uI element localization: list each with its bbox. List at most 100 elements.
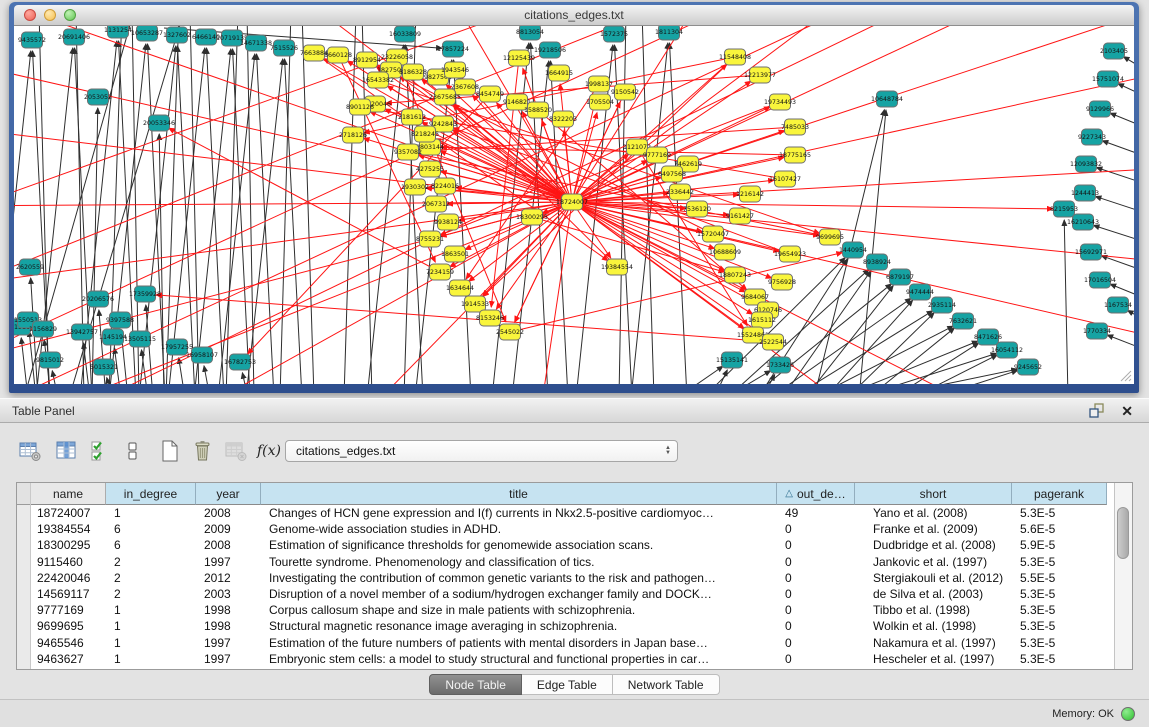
network-graph[interactable]: 1872400786601288912954232260581827503165… xyxy=(14,26,1134,384)
graph-node-18775165[interactable]: 18775165 xyxy=(779,147,811,163)
column-header-name[interactable]: name xyxy=(31,483,106,505)
graph-node-9474444[interactable]: 9474444 xyxy=(906,284,934,300)
graph-node-1664915[interactable]: 1664915 xyxy=(545,65,573,81)
table-cell[interactable]: 2009 xyxy=(196,521,261,537)
graph-node-9150542[interactable]: 9150542 xyxy=(611,84,639,100)
table-cell[interactable]: 22420046 xyxy=(31,570,106,586)
graph-node-7663884[interactable]: 7663884 xyxy=(300,45,328,61)
graph-node-2181612[interactable]: 2181612 xyxy=(398,109,426,125)
graph-node-7632621[interactable]: 7632621 xyxy=(949,313,977,329)
graph-node-10648784[interactable]: 10648784 xyxy=(871,91,903,107)
graph-node-1634644[interactable]: 1634644 xyxy=(446,280,474,296)
graph-node-1244413[interactable]: 1244413 xyxy=(1071,185,1099,201)
memory-status-indicator[interactable] xyxy=(1121,707,1135,721)
column-header-short[interactable]: short xyxy=(855,483,1012,505)
table-cell[interactable]: 1998 xyxy=(196,602,261,618)
table-cell[interactable]: 1 xyxy=(106,618,196,634)
graph-node-19654923[interactable]: 19654923 xyxy=(774,246,806,262)
column-header-in_degree[interactable]: in_degree xyxy=(106,483,196,505)
graph-node-12093832[interactable]: 12093832 xyxy=(1070,156,1102,172)
graph-node-8218245[interactable]: 8218245 xyxy=(411,126,439,142)
table-cell[interactable]: 0 xyxy=(777,635,855,651)
table-row[interactable]: 1872400712008Changes of HCN gene express… xyxy=(31,505,1107,521)
column-header-title[interactable]: title xyxy=(261,483,777,505)
table-cell[interactable]: 1 xyxy=(106,651,196,667)
graph-node-6879197[interactable]: 6879197 xyxy=(886,269,914,285)
table-cell[interactable]: 5.3E-5 xyxy=(1012,651,1107,667)
table-cell[interactable]: Stergiakouli et al. (2012) xyxy=(855,570,1012,586)
close-panel-icon[interactable]: ✕ xyxy=(1121,404,1133,418)
graph-node-6497568[interactable]: 6497568 xyxy=(658,166,686,182)
graph-node-1131254[interactable]: 1131254 xyxy=(104,26,132,38)
table-cell[interactable]: 2 xyxy=(106,554,196,570)
graph-node-9699695[interactable]: 9699695 xyxy=(816,229,844,245)
graph-node-2336442[interactable]: 2336442 xyxy=(666,184,694,200)
table-cell[interactable]: Franke et al. (2009) xyxy=(855,521,1012,537)
graph-node-15135141[interactable]: 15135141 xyxy=(716,352,748,368)
graph-node-17359928[interactable]: 17359928 xyxy=(129,286,161,302)
zoom-window-button[interactable] xyxy=(64,9,76,21)
network-view-window[interactable]: citations_edges.txt 18724007866012889129… xyxy=(9,2,1139,393)
table-cell[interactable]: Estimation of the future numbers of pati… xyxy=(261,635,777,651)
column-header-out_de[interactable]: △out_de… xyxy=(777,483,855,505)
graph-node-1572375[interactable]: 1572375 xyxy=(600,26,628,42)
table-cell[interactable]: 5.3E-5 xyxy=(1012,618,1107,634)
tab-network-table[interactable]: Network Table xyxy=(613,674,720,695)
import-table-icon[interactable] xyxy=(224,439,248,463)
graph-node-8755231[interactable]: 8755231 xyxy=(416,231,444,247)
column-header-year[interactable]: year xyxy=(196,483,261,505)
table-cell[interactable]: 9777169 xyxy=(31,602,106,618)
graph-node-1588520[interactable]: 1588520 xyxy=(524,102,552,118)
table-settings-icon[interactable] xyxy=(18,439,42,463)
table-cell[interactable]: 1997 xyxy=(196,651,261,667)
table-cell[interactable]: 0 xyxy=(777,651,855,667)
table-cell[interactable]: 0 xyxy=(777,570,855,586)
graph-node-7485033[interactable]: 7485033 xyxy=(781,119,809,135)
graph-node-8215953[interactable]: 8215953 xyxy=(1050,201,1078,217)
table-cell[interactable]: 9463627 xyxy=(31,651,106,667)
table-row[interactable]: 1938455462009Genome-wide association stu… xyxy=(31,521,1107,537)
graph-node-1167534[interactable]: 1167534 xyxy=(1104,297,1132,313)
graph-node-9435572[interactable]: 9435572 xyxy=(18,32,46,48)
table-row[interactable]: 969969511998Structural magnetic resonanc… xyxy=(31,618,1107,634)
table-cell[interactable]: Structural magnetic resonance image aver… xyxy=(261,618,777,634)
table-cell[interactable]: Jankovic et al. (1997) xyxy=(855,554,1012,570)
show-column-icon[interactable] xyxy=(55,439,79,463)
table-cell[interactable]: 0 xyxy=(777,618,855,634)
graph-node-17016504[interactable]: 17016504 xyxy=(1084,272,1116,288)
table-cell[interactable]: Hescheler et al. (1997) xyxy=(855,651,1012,667)
table-cell[interactable]: 14569117 xyxy=(31,586,106,602)
table-cell[interactable]: 9465546 xyxy=(31,635,106,651)
table-row[interactable]: 1456911722003Disruption of a novel membe… xyxy=(31,586,1107,602)
graph-node-8660128[interactable]: 8660128 xyxy=(324,47,352,63)
graph-node-7536120[interactable]: 7536120 xyxy=(683,201,711,217)
graph-node-9938124[interactable]: 9938124 xyxy=(434,214,462,230)
graph-node-1811304[interactable]: 1811304 xyxy=(655,26,683,40)
table-cell[interactable]: Disruption of a novel member of a sodium… xyxy=(261,586,777,602)
table-cell[interactable]: 1 xyxy=(106,505,196,521)
graph-node-15692971[interactable]: 15692971 xyxy=(1075,244,1107,260)
table-cell[interactable]: 49 xyxy=(777,505,855,521)
graph-node-1156829[interactable]: 1156829 xyxy=(29,321,57,337)
graph-node-1733426[interactable]: 1733426 xyxy=(766,357,794,373)
table-cell[interactable]: Embryonic stem cells: a model to study s… xyxy=(261,651,777,667)
graph-node-2620559[interactable]: 2620559 xyxy=(16,259,44,275)
graph-node-9227343[interactable]: 9227343 xyxy=(1078,129,1106,145)
table-cell[interactable]: 5.3E-5 xyxy=(1012,505,1107,521)
table-cell[interactable]: 5.5E-5 xyxy=(1012,570,1107,586)
graph-node-1863501[interactable]: 1863501 xyxy=(441,246,469,262)
column-header-pagerank[interactable]: pagerank xyxy=(1012,483,1107,505)
graph-node-9756928[interactable]: 9756928 xyxy=(768,274,796,290)
table-cell[interactable]: 2008 xyxy=(196,537,261,553)
table-cell[interactable]: 1998 xyxy=(196,618,261,634)
minimize-window-button[interactable] xyxy=(44,9,56,21)
table-cell[interactable]: 0 xyxy=(777,554,855,570)
delete-table-icon[interactable] xyxy=(191,439,215,463)
graph-node-16107427[interactable]: 16107427 xyxy=(769,171,801,187)
resize-grip-icon[interactable] xyxy=(1118,368,1132,382)
table-cell[interactable]: 1997 xyxy=(196,635,261,651)
table-cell[interactable]: 2003 xyxy=(196,586,261,602)
table-cell[interactable]: 5.9E-5 xyxy=(1012,537,1107,553)
table-cell[interactable]: Estimation of significance thresholds fo… xyxy=(261,537,777,553)
graph-node-9815012[interactable]: 9815012 xyxy=(36,352,64,368)
